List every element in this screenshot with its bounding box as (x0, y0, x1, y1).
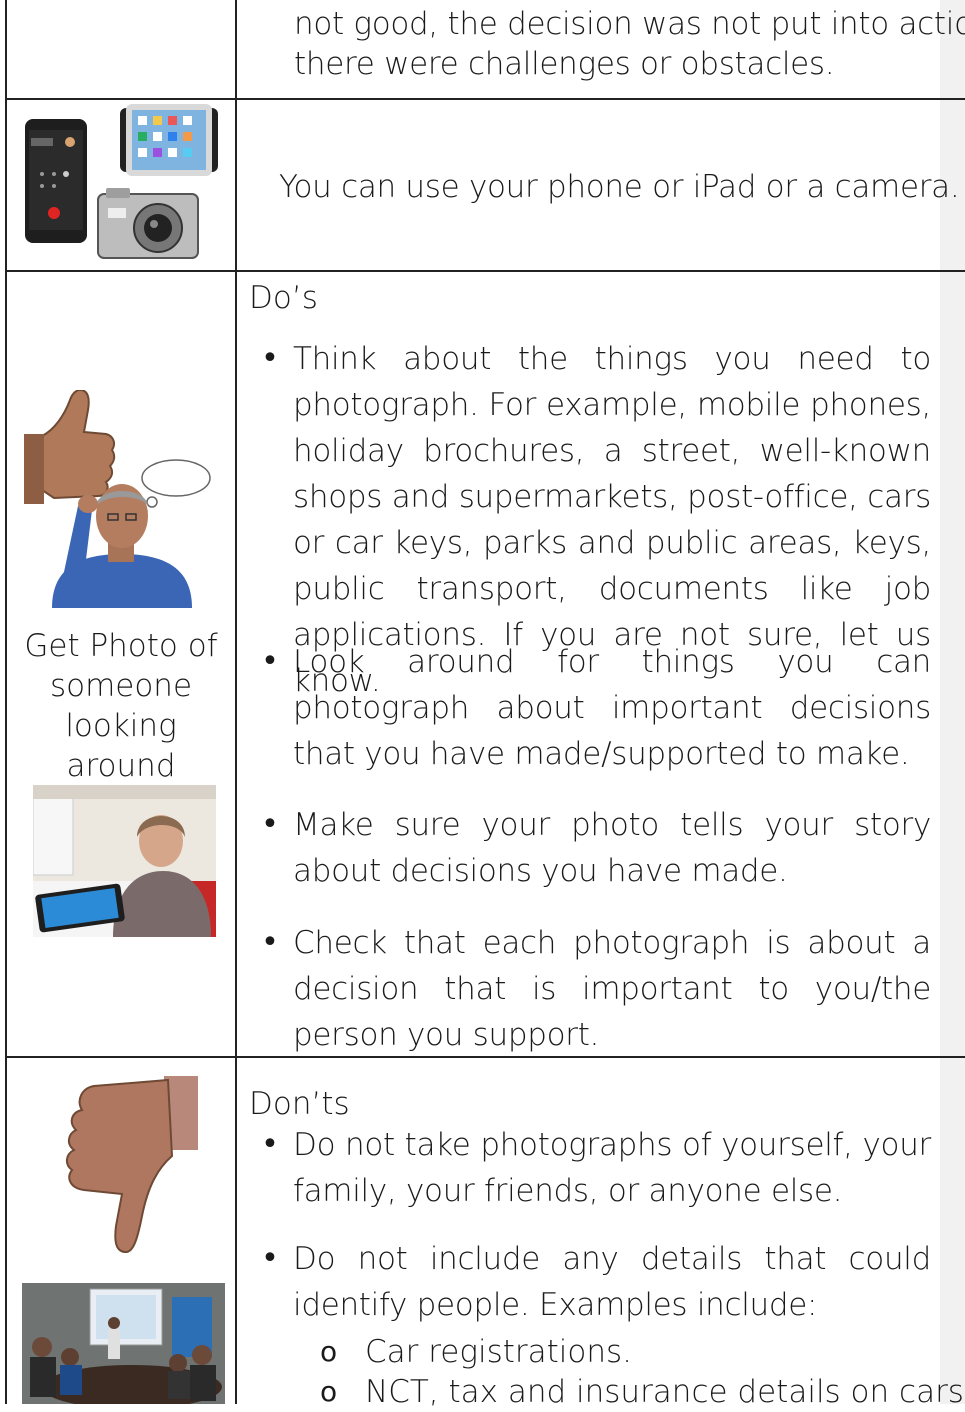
photo-caption: Get Photo of someone looking around (24, 628, 218, 784)
bullet-icon: • (261, 1241, 279, 1276)
list-item: • Make sure your photo tells your story … (255, 802, 931, 896)
row2-text: You can use your phone or iPad or a came… (279, 169, 960, 205)
bullet-icon: • (261, 1127, 279, 1162)
row1-line-2: there were challenges or obstacles. (294, 46, 835, 82)
sub-bullet-icon: o (320, 1335, 338, 1368)
table-row-divider (5, 98, 965, 100)
smartphone-icon (24, 118, 88, 244)
table-row-1: not good, the decision was not put into … (294, 4, 965, 84)
list-item: • Do not take photographs of yourself, y… (255, 1122, 931, 1216)
row1-line-1: not good, the decision was not put into … (294, 6, 965, 42)
donts-subitem-1: Car registrations. (365, 1334, 633, 1370)
bullet-icon: • (261, 925, 279, 960)
donts-heading: Don’ts (249, 1086, 350, 1122)
woman-with-tablet-photo (33, 785, 216, 937)
table-row-divider (5, 270, 965, 272)
dos-heading: Do’s (249, 280, 318, 316)
dos-bullet-3: Make sure your photo tells your story ab… (293, 807, 931, 889)
table-left-border (5, 0, 7, 1404)
list-item: o Car registrations. (320, 1332, 940, 1372)
donts-bullet-2: Do not include any details that could id… (293, 1241, 931, 1323)
dos-bullet-4: Check that each photograph is about a de… (293, 925, 931, 1053)
thinking-man-icon (44, 476, 200, 608)
list-item: o NCT, tax and insurance details on cars… (320, 1372, 965, 1412)
list-item: • Think about the things you need to pho… (255, 336, 931, 699)
donts-subitem-2: NCT, tax and insurance details on cars. (365, 1374, 965, 1410)
bullet-icon: • (261, 341, 279, 376)
sub-bullet-icon: o (320, 1375, 338, 1408)
page-margin-strip (940, 0, 965, 1404)
list-item: • Check that each photograph is about a … (255, 920, 931, 1060)
meeting-room-photo (22, 1283, 225, 1404)
list-item: • Do not include any details that could … (255, 1236, 931, 1330)
list-item: • Look around for things you can photogr… (255, 639, 931, 779)
ipad-icon (120, 104, 218, 176)
bullet-icon: • (261, 807, 279, 842)
donts-bullet-1: Do not take photographs of yourself, you… (293, 1127, 931, 1209)
table-column-divider (235, 0, 237, 1404)
thumbs-down-icon (64, 1076, 198, 1254)
camera-icon (96, 186, 200, 260)
dos-bullet-2: Look around for things you can photograp… (293, 644, 931, 772)
bullet-icon: • (261, 644, 279, 679)
